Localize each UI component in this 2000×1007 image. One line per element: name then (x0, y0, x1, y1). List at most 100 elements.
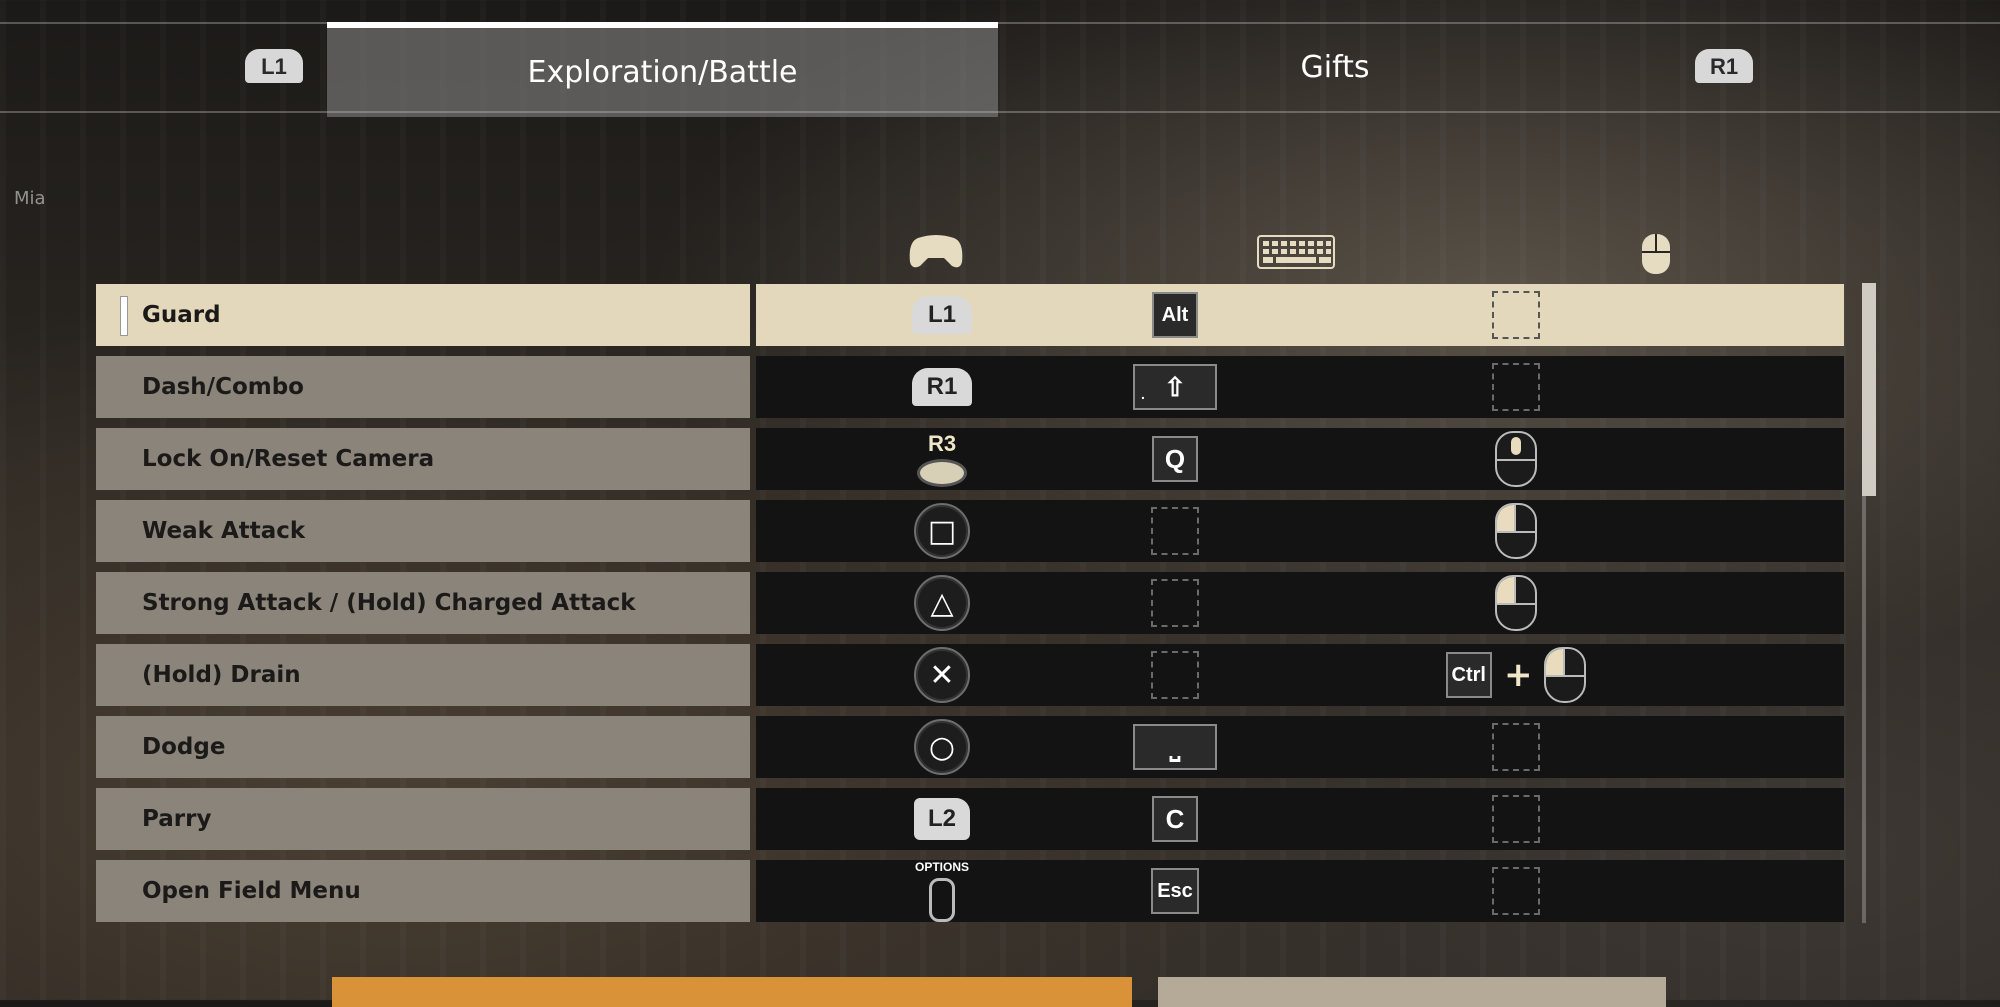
mouse-middle-click-icon (1495, 431, 1537, 487)
action-label: (Hold) Drain (96, 644, 750, 706)
binding-cells: ○ ⎵ (756, 716, 1844, 778)
shift-key-icon: . ⇧ (1133, 364, 1217, 410)
mouse-binding[interactable] (1316, 860, 1716, 922)
binding-cells: R1 . ⇧ (756, 356, 1844, 418)
action-label: Strong Attack / (Hold) Charged Attack (96, 572, 750, 634)
selection-indicator (120, 296, 128, 336)
action-label: Open Field Menu (96, 860, 750, 922)
binding-row-guard[interactable]: Guard L1 Alt (96, 284, 1844, 346)
keyboard-binding[interactable]: . ⇧ (1128, 356, 1222, 418)
binding-row-strong-attack[interactable]: Strong Attack / (Hold) Charged Attack △ (96, 572, 1844, 634)
plus-sign: + (1503, 655, 1533, 695)
controller-binding[interactable]: △ (756, 572, 1128, 634)
alt-key-icon: Alt (1152, 292, 1198, 338)
mouse-binding[interactable] (1316, 356, 1716, 418)
key-label: Alt (1161, 303, 1189, 326)
triangle-button-icon: △ (914, 575, 970, 631)
l2-trigger-icon: L2 (914, 798, 970, 840)
action-label: Lock On/Reset Camera (96, 428, 750, 490)
r1-button-icon: R1 (912, 368, 972, 406)
mouse-left-click-icon (1495, 575, 1537, 631)
c-key-icon: C (1152, 796, 1198, 842)
empty-binding-slot (1151, 507, 1199, 555)
binding-row-lock-on[interactable]: Lock On/Reset Camera R3 Q (96, 428, 1844, 490)
mouse-left-click-icon (1495, 503, 1537, 559)
mouse-binding[interactable] (1316, 500, 1716, 562)
action-label-text: Open Field Menu (142, 878, 361, 904)
controller-binding[interactable]: ✕ (756, 644, 1128, 706)
l1-button-icon: L1 (912, 296, 972, 334)
tab-bar: L1 Exploration/Battle Gifts R1 (0, 0, 2000, 117)
tab-exploration-battle[interactable]: Exploration/Battle (327, 22, 998, 117)
mouse-binding[interactable] (1316, 572, 1716, 634)
binding-row-parry[interactable]: Parry L2 C (96, 788, 1844, 850)
ctrl-click-combo: Ctrl + (1445, 647, 1587, 703)
empty-binding-slot (1492, 723, 1540, 771)
binding-row-dodge[interactable]: Dodge ○ ⎵ (96, 716, 1844, 778)
keyboard-binding[interactable] (1128, 644, 1222, 706)
keyboard-binding[interactable]: C (1128, 788, 1222, 850)
r1-shoulder-icon[interactable]: R1 (1695, 49, 1753, 83)
scrollbar-thumb[interactable] (1862, 283, 1876, 496)
controller-binding[interactable]: R1 (756, 356, 1128, 418)
action-label-text: Dash/Combo (142, 374, 304, 400)
square-button-icon: □ (914, 503, 970, 559)
controller-binding[interactable]: L2 (756, 788, 1128, 850)
action-label: Dodge (96, 716, 750, 778)
keyboard-binding[interactable] (1128, 500, 1222, 562)
keyboard-binding[interactable]: Q (1128, 428, 1222, 490)
action-label-text: Lock On/Reset Camera (142, 446, 435, 472)
empty-binding-slot (1492, 291, 1540, 339)
bottom-action-button-primary[interactable] (332, 977, 1132, 1007)
l1-shoulder-icon[interactable]: L1 (245, 49, 303, 83)
options-label: OPTIONS (914, 860, 969, 874)
action-label: Weak Attack (96, 500, 750, 562)
key-label: ⇧ (1164, 371, 1186, 402)
binding-row-drain[interactable]: (Hold) Drain ✕ Ctrl + (96, 644, 1844, 706)
esc-key-icon: Esc (1151, 868, 1199, 914)
controller-binding[interactable]: ○ (756, 716, 1128, 778)
circle-button-icon: ○ (914, 719, 970, 775)
character-name-tag: Mia (14, 188, 46, 209)
keyboard-icon (1257, 235, 1335, 269)
cross-button-icon: ✕ (914, 647, 970, 703)
controller-binding[interactable]: L1 (756, 284, 1128, 346)
ctrl-key-icon: Ctrl (1445, 652, 1492, 698)
space-key-icon: ⎵ (1133, 724, 1217, 770)
r3-label: R3 (927, 431, 957, 456)
binding-cells: R3 Q (756, 428, 1844, 490)
keyboard-binding[interactable]: ⎵ (1128, 716, 1222, 778)
binding-row-weak-attack[interactable]: Weak Attack □ (96, 500, 1844, 562)
mouse-binding[interactable] (1316, 788, 1716, 850)
binding-row-open-field-menu[interactable]: Open Field Menu OPTIONS Esc (96, 860, 1844, 922)
binding-row-dash-combo[interactable]: Dash/Combo R1 . ⇧ (96, 356, 1844, 418)
bottom-action-button-secondary[interactable] (1158, 977, 1666, 1007)
keyboard-binding[interactable]: Esc (1128, 860, 1222, 922)
action-label-text: Guard (142, 302, 221, 328)
keyboard-binding[interactable] (1128, 572, 1222, 634)
empty-binding-slot (1151, 579, 1199, 627)
tab-gifts[interactable]: Gifts (1000, 24, 1670, 111)
action-label: Guard (96, 284, 750, 346)
controller-binding[interactable]: OPTIONS (756, 860, 1128, 922)
empty-binding-slot (1492, 867, 1540, 915)
gamepad-icon (909, 235, 963, 268)
mouse-binding[interactable]: Ctrl + (1316, 644, 1716, 706)
controller-binding[interactable]: □ (756, 500, 1128, 562)
options-button-icon: OPTIONS (915, 860, 969, 922)
mouse-binding[interactable] (1316, 428, 1716, 490)
controller-binding[interactable]: R3 (756, 428, 1128, 490)
keyboard-binding[interactable]: Alt (1128, 284, 1222, 346)
binding-cells: L1 Alt (756, 284, 1844, 346)
mouse-binding[interactable] (1316, 284, 1716, 346)
binding-cells: △ (756, 572, 1844, 634)
binding-cells: ✕ Ctrl + (756, 644, 1844, 706)
empty-binding-slot (1151, 651, 1199, 699)
action-label-text: (Hold) Drain (142, 662, 301, 688)
binding-cells: OPTIONS Esc (756, 860, 1844, 922)
action-label: Dash/Combo (96, 356, 750, 418)
tab-bar-bottom-line (0, 111, 2000, 113)
mouse-binding[interactable] (1316, 716, 1716, 778)
action-label-text: Dodge (142, 734, 226, 760)
action-label: Parry (96, 788, 750, 850)
